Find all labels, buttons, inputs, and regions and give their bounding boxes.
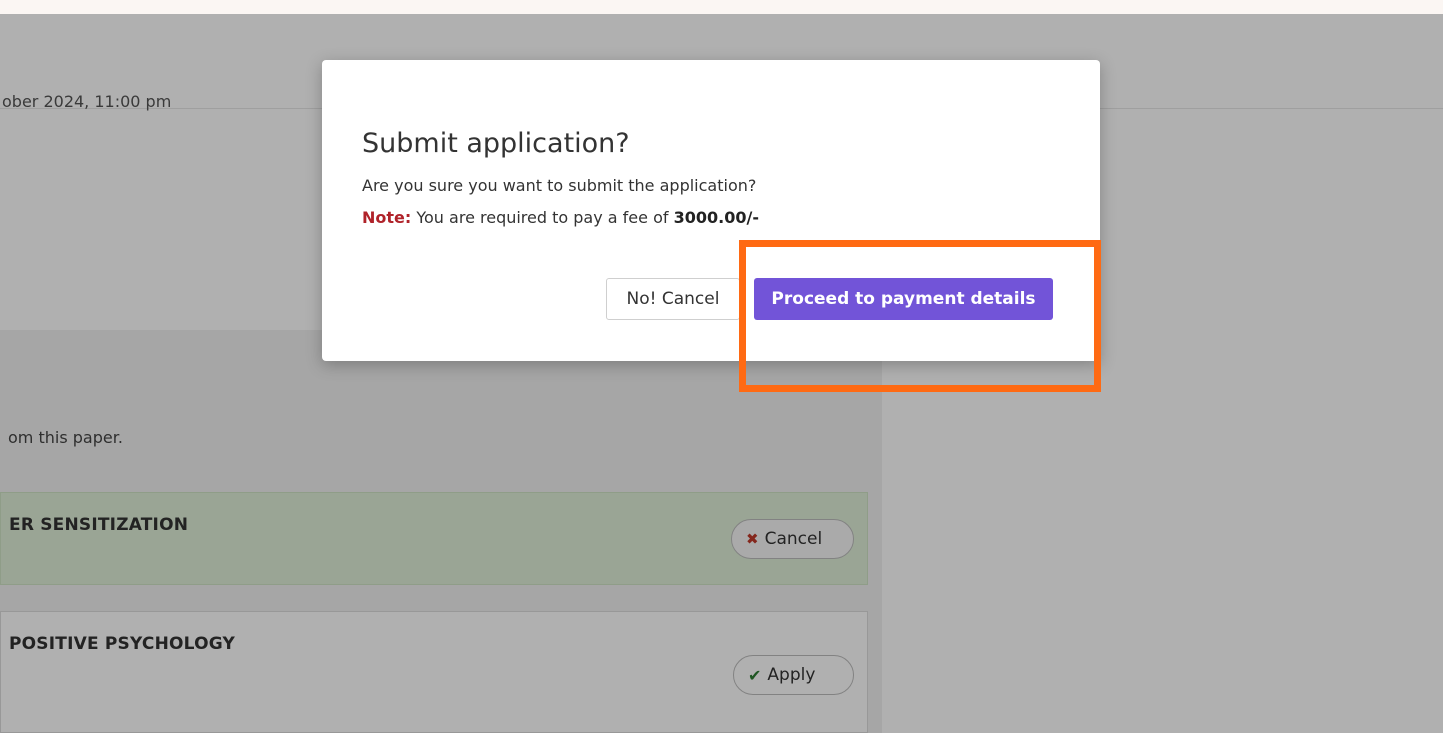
dialog-title: Submit application? bbox=[362, 128, 630, 159]
dialog-message: Are you sure you want to submit the appl… bbox=[362, 176, 757, 195]
highlight-annotation-box bbox=[739, 240, 1101, 392]
note-label: Note: bbox=[362, 208, 412, 227]
top-strip bbox=[0, 0, 1443, 14]
fee-amount: 3000.00/- bbox=[673, 208, 759, 227]
fee-note: Note: You are required to pay a fee of 3… bbox=[362, 208, 759, 227]
note-text: You are required to pay a fee of bbox=[411, 208, 674, 227]
cancel-button[interactable]: No! Cancel bbox=[606, 278, 740, 320]
